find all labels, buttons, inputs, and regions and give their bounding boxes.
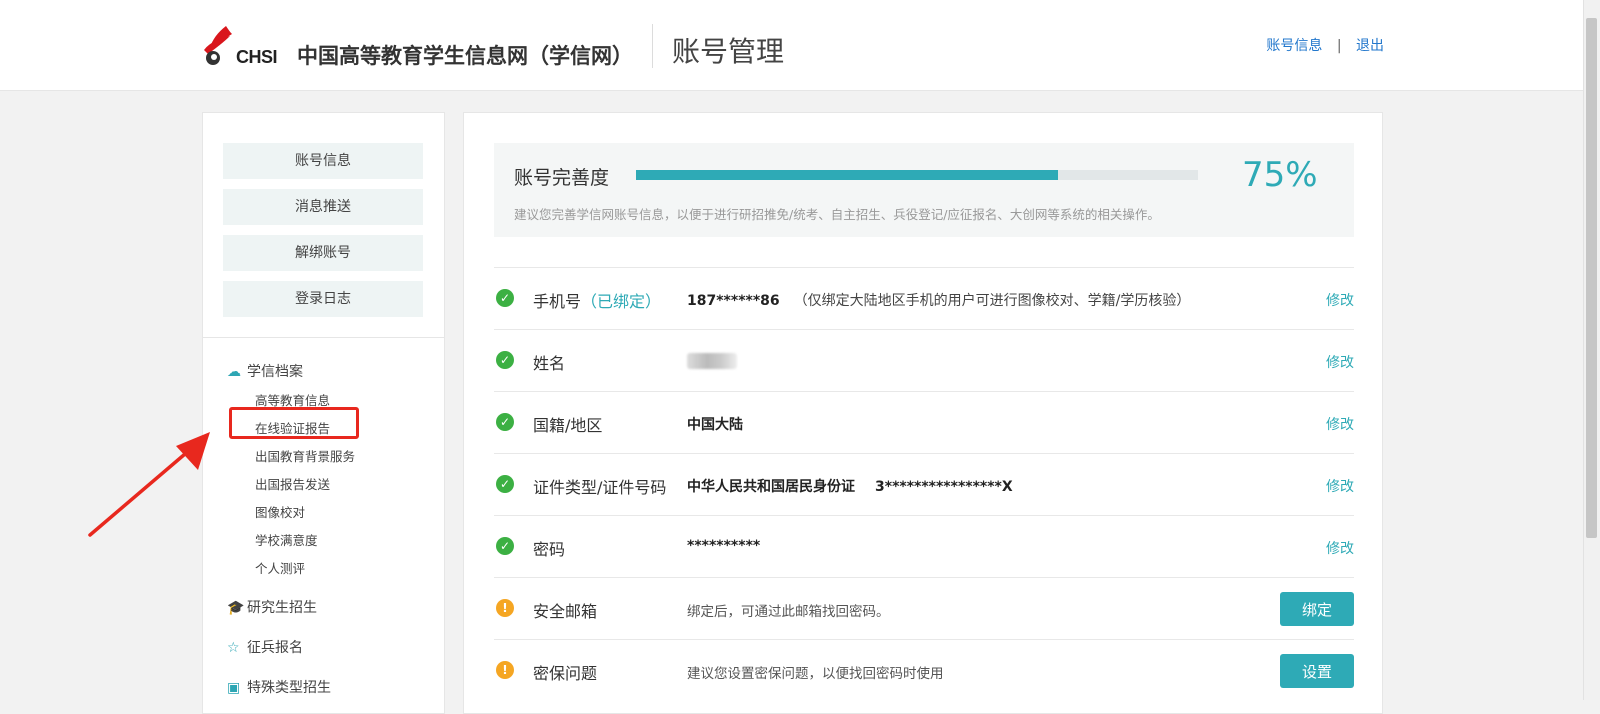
- check-circle-icon: ✓: [496, 351, 514, 369]
- sidebar-item-personal-assessment[interactable]: 个人测评: [255, 558, 305, 577]
- id-number: 3****************X: [875, 479, 1013, 495]
- sidebar-group-special-admission[interactable]: ▣ 特殊类型招生: [227, 677, 331, 697]
- header: CHSI 中国高等教育学生信息网（学信网） 账号管理 账号信息 | 退出: [0, 0, 1584, 91]
- link-separator: |: [1336, 38, 1342, 54]
- nationality-value-wrap: 中国大陆: [687, 414, 743, 434]
- security-question-label: 密保问题: [533, 664, 598, 683]
- check-circle-icon: ✓: [496, 475, 514, 493]
- set-security-question-button[interactable]: 设置: [1280, 654, 1354, 688]
- sidebar-group-archive[interactable]: ☁ 学信档案: [227, 361, 303, 381]
- id-modify-link[interactable]: 修改: [1326, 476, 1354, 496]
- page-title: 账号管理: [672, 35, 785, 68]
- row-nationality: ✓ 国籍/地区 中国大陆 修改: [494, 391, 1354, 453]
- phone-bound-status: （已绑定）: [581, 292, 662, 311]
- sidebar-item-school-satisfaction[interactable]: 学校满意度: [255, 530, 318, 549]
- phone-value: 187******86: [687, 293, 780, 309]
- sidebar-button-unbind-account[interactable]: 解绑账号: [223, 235, 423, 271]
- phone-modify-link[interactable]: 修改: [1326, 290, 1354, 310]
- sidebar-divider: [203, 337, 444, 338]
- completeness-progress-bar: [636, 170, 1198, 180]
- id-type: 中华人民共和国居民身份证: [687, 479, 855, 495]
- password-label: 密码: [533, 540, 566, 559]
- bind-email-button[interactable]: 绑定: [1280, 592, 1354, 626]
- id-value-wrap: 中华人民共和国居民身份证 3****************X: [687, 476, 1013, 496]
- row-security-question: ! 密保问题 建议您设置密保问题，以便找回密码时使用 设置: [494, 639, 1354, 701]
- nationality-value: 中国大陆: [687, 417, 743, 433]
- password-value: **********: [687, 538, 761, 554]
- check-circle-icon: ✓: [496, 413, 514, 431]
- sidebar-group-label: 征兵报名: [247, 640, 303, 656]
- phone-value-wrap: 187******86 （仅绑定大陆地区手机的用户可进行图像校对、学籍/学历核验）: [687, 290, 1190, 310]
- sidebar-item-overseas-education-service[interactable]: 出国教育背景服务: [255, 446, 355, 465]
- nationality-label: 国籍/地区: [533, 416, 603, 435]
- row-id: ✓ 证件类型/证件号码 中华人民共和国居民身份证 3***************…: [494, 453, 1354, 515]
- account-info-rows: ✓ 手机号（已绑定） 187******86 （仅绑定大陆地区手机的用户可进行图像…: [494, 267, 1354, 701]
- phone-note: （仅绑定大陆地区手机的用户可进行图像校对、学籍/学历核验）: [793, 293, 1191, 309]
- annotation-arrow-icon: [88, 432, 210, 537]
- name-value-redacted: [687, 353, 737, 369]
- row-password: ✓ 密码 ********** 修改: [494, 515, 1354, 577]
- site-name: 中国高等教育学生信息网（学信网）: [297, 44, 633, 68]
- name-modify-link[interactable]: 修改: [1326, 352, 1354, 372]
- top-links: 账号信息 | 退出: [1266, 35, 1384, 55]
- page-scrollbar[interactable]: [1583, 0, 1600, 700]
- row-label: 手机号（已绑定）: [533, 288, 661, 312]
- id-label: 证件类型/证件号码: [533, 478, 667, 497]
- completeness-box: 账号完善度 75% 建议您完善学信网账号信息，以便于进行研招推免/统考、自主招生…: [494, 143, 1354, 237]
- nationality-modify-link[interactable]: 修改: [1326, 414, 1354, 434]
- check-circle-icon: ✓: [496, 537, 514, 555]
- sidebar-item-image-proofread[interactable]: 图像校对: [255, 502, 305, 521]
- warning-circle-icon: !: [496, 661, 514, 679]
- book-icon: ▣: [227, 680, 241, 696]
- sidebar-group-label: 研究生招生: [247, 600, 317, 616]
- account-info-link[interactable]: 账号信息: [1266, 38, 1322, 54]
- logout-link[interactable]: 退出: [1356, 38, 1384, 54]
- completeness-progress-fill: [636, 170, 1058, 180]
- completeness-percent: 75%: [1242, 155, 1318, 195]
- star-icon: ☆: [227, 640, 240, 656]
- header-divider: [652, 24, 653, 68]
- row-name: ✓ 姓名 修改: [494, 329, 1354, 391]
- sidebar-group-graduate-admission[interactable]: 🎓 研究生招生: [227, 597, 317, 617]
- phone-label: 手机号: [533, 292, 582, 311]
- logo-text: CHSI: [236, 47, 278, 67]
- archive-icon: ☁: [227, 364, 241, 380]
- main-panel: 账号完善度 75% 建议您完善学信网账号信息，以便于进行研招推免/统考、自主招生…: [463, 112, 1383, 714]
- password-modify-link[interactable]: 修改: [1326, 538, 1354, 558]
- completeness-label: 账号完善度: [514, 167, 610, 189]
- name-label: 姓名: [533, 354, 566, 373]
- scrollbar-thumb[interactable]: [1586, 18, 1597, 538]
- security-question-hint: 建议您设置密保问题，以便找回密码时使用: [687, 666, 944, 682]
- row-phone: ✓ 手机号（已绑定） 187******86 （仅绑定大陆地区手机的用户可进行图像…: [494, 267, 1354, 329]
- email-label: 安全邮箱: [533, 602, 598, 621]
- sidebar-button-message-push[interactable]: 消息推送: [223, 189, 423, 225]
- email-hint: 绑定后，可通过此邮箱找回密码。: [687, 604, 890, 620]
- row-email: ! 安全邮箱 绑定后，可通过此邮箱找回密码。 绑定: [494, 577, 1354, 639]
- sidebar-group-conscription[interactable]: ☆ 征兵报名: [227, 637, 303, 657]
- warning-circle-icon: !: [496, 599, 514, 617]
- sidebar-button-account-info[interactable]: 账号信息: [223, 143, 423, 179]
- sidebar-group-label: 学信档案: [247, 364, 303, 380]
- graduation-cap-icon: 🎓: [227, 600, 245, 616]
- password-value-wrap: **********: [687, 538, 760, 554]
- sidebar-button-login-log[interactable]: 登录日志: [223, 281, 423, 317]
- completeness-hint: 建议您完善学信网账号信息，以便于进行研招推免/统考、自主招生、兵役登记/应征报名…: [514, 207, 1160, 222]
- sidebar-group-label: 特殊类型招生: [247, 680, 331, 696]
- check-circle-icon: ✓: [496, 289, 514, 307]
- sidebar-item-overseas-report-send[interactable]: 出国报告发送: [255, 474, 330, 493]
- highlight-box: [229, 407, 359, 439]
